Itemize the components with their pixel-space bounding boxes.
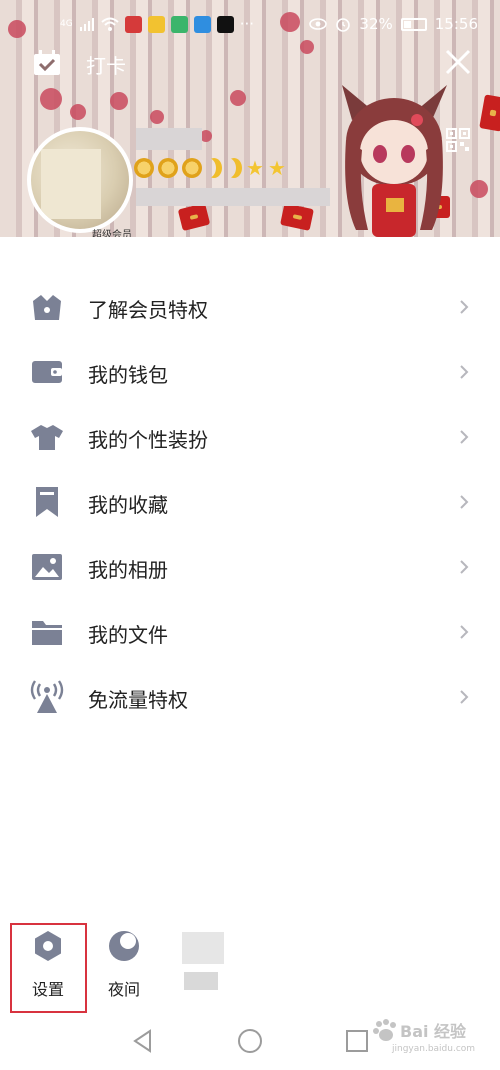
avatar-photo [41, 149, 101, 219]
baidu-paw-icon [373, 1019, 396, 1041]
status-left: 4G ··· [60, 15, 254, 33]
status-bar: 4G ··· 32% 15:56 [0, 0, 500, 48]
avatar[interactable] [27, 127, 133, 233]
level-star-icon: ★ [267, 156, 286, 180]
music-app-icon [193, 15, 211, 33]
calendar-check-icon[interactable] [33, 50, 61, 76]
photo-icon [30, 550, 64, 584]
menu-item-vip-privileges[interactable]: 了解会员特权 [0, 274, 500, 339]
menu-item-wallet[interactable]: 我的钱包 [0, 339, 500, 404]
night-mode-label: 夜间 [107, 980, 140, 999]
close-icon[interactable] [444, 48, 472, 76]
alarm-icon [336, 18, 351, 32]
battery-percent: 32% [359, 15, 393, 33]
green-app-icon [170, 15, 188, 33]
back-nav-icon[interactable] [130, 1028, 156, 1054]
menu-item-files[interactable]: 我的文件 [0, 599, 500, 664]
watermark-sub-text: jingyan.baidu.com [392, 1044, 476, 1054]
menu-item-favorites[interactable]: 我的收藏 [0, 469, 500, 534]
level-badges[interactable]: ★ ★ [134, 158, 286, 178]
level-moon-icon [206, 158, 222, 178]
level-moon-icon [226, 158, 242, 178]
blossom-decoration [230, 90, 246, 106]
blossom-decoration [150, 110, 164, 124]
menu-label: 我的个性装扮 [88, 428, 208, 452]
signature-blurred[interactable] [136, 188, 330, 206]
red-envelope-decoration [479, 94, 500, 132]
chevron-right-icon [460, 430, 469, 444]
night-mode-button[interactable]: 夜间 [86, 920, 162, 1010]
battery-icon [400, 17, 427, 31]
chevron-right-icon [460, 365, 469, 379]
wallet-icon [30, 355, 64, 389]
profile-header: 4G ··· 32% 15:56 打卡 ★ ★ 超级会员 [0, 0, 500, 237]
drawer-topbar: 打卡 [0, 44, 500, 82]
signal-tower-icon [30, 680, 64, 714]
weather-blurred[interactable] [180, 932, 226, 992]
signal-icon [79, 18, 94, 31]
weather-icon-blurred [182, 932, 224, 964]
recents-nav-icon[interactable] [344, 1028, 370, 1054]
eye-icon [309, 18, 328, 30]
qr-code-icon[interactable] [446, 128, 470, 152]
moon-icon [109, 931, 139, 961]
level-sun-icon [182, 158, 202, 178]
menu-item-personalization[interactable]: 我的个性装扮 [0, 404, 500, 469]
red-envelope-decoration [280, 203, 314, 231]
vip-badge-text: 超级会员 [92, 230, 132, 237]
tiktok-icon [216, 15, 234, 33]
weather-text-blurred [184, 972, 218, 990]
settings-highlight-box [10, 923, 87, 1013]
level-sun-icon [134, 158, 154, 178]
menu-label: 了解会员特权 [88, 298, 208, 322]
menu-label: 免流量特权 [88, 688, 188, 712]
home-nav-icon[interactable] [237, 1028, 263, 1054]
chevron-right-icon [460, 625, 469, 639]
wifi-icon [101, 17, 119, 31]
more-notifications-icon: ··· [239, 15, 255, 33]
menu-item-album[interactable]: 我的相册 [0, 534, 500, 599]
chevron-right-icon [460, 495, 469, 509]
character-illustration [342, 85, 447, 237]
menu-item-free-data[interactable]: 免流量特权 [0, 664, 500, 729]
chevron-right-icon [460, 560, 469, 574]
blossom-decoration [110, 92, 128, 110]
checkin-label[interactable]: 打卡 [86, 50, 126, 79]
nickname-blurred[interactable] [136, 128, 202, 150]
menu-label: 我的相册 [88, 558, 168, 582]
blossom-decoration [40, 88, 62, 110]
menu-label: 我的文件 [88, 623, 168, 647]
shirt-icon [30, 420, 64, 454]
news-app-icon [124, 15, 142, 33]
red-envelope-decoration [177, 202, 211, 232]
blossom-decoration [70, 104, 86, 120]
menu-label: 我的钱包 [88, 363, 168, 387]
bookmark-icon [30, 485, 64, 519]
vip-crown-icon [30, 290, 64, 324]
drawer-menu: 了解会员特权 我的钱包 我的个性装扮 我的收藏 我的相册 我的文件 免流量特权 [0, 274, 500, 729]
menu-label: 我的收藏 [88, 493, 168, 517]
level-sun-icon [158, 158, 178, 178]
watermark-main-text: Bai 经验 [400, 1022, 467, 1041]
level-star-icon: ★ [246, 156, 264, 180]
network-indicator: 4G [60, 19, 73, 29]
blossom-decoration [470, 180, 488, 198]
video-app-icon [147, 15, 165, 33]
status-right: 32% 15:56 [309, 15, 478, 33]
chevron-right-icon [460, 690, 469, 704]
clock: 15:56 [434, 15, 478, 33]
chevron-right-icon [460, 300, 469, 314]
folder-icon [30, 615, 64, 649]
baidu-watermark: Bai 经验 jingyan.baidu.com [372, 1016, 482, 1064]
